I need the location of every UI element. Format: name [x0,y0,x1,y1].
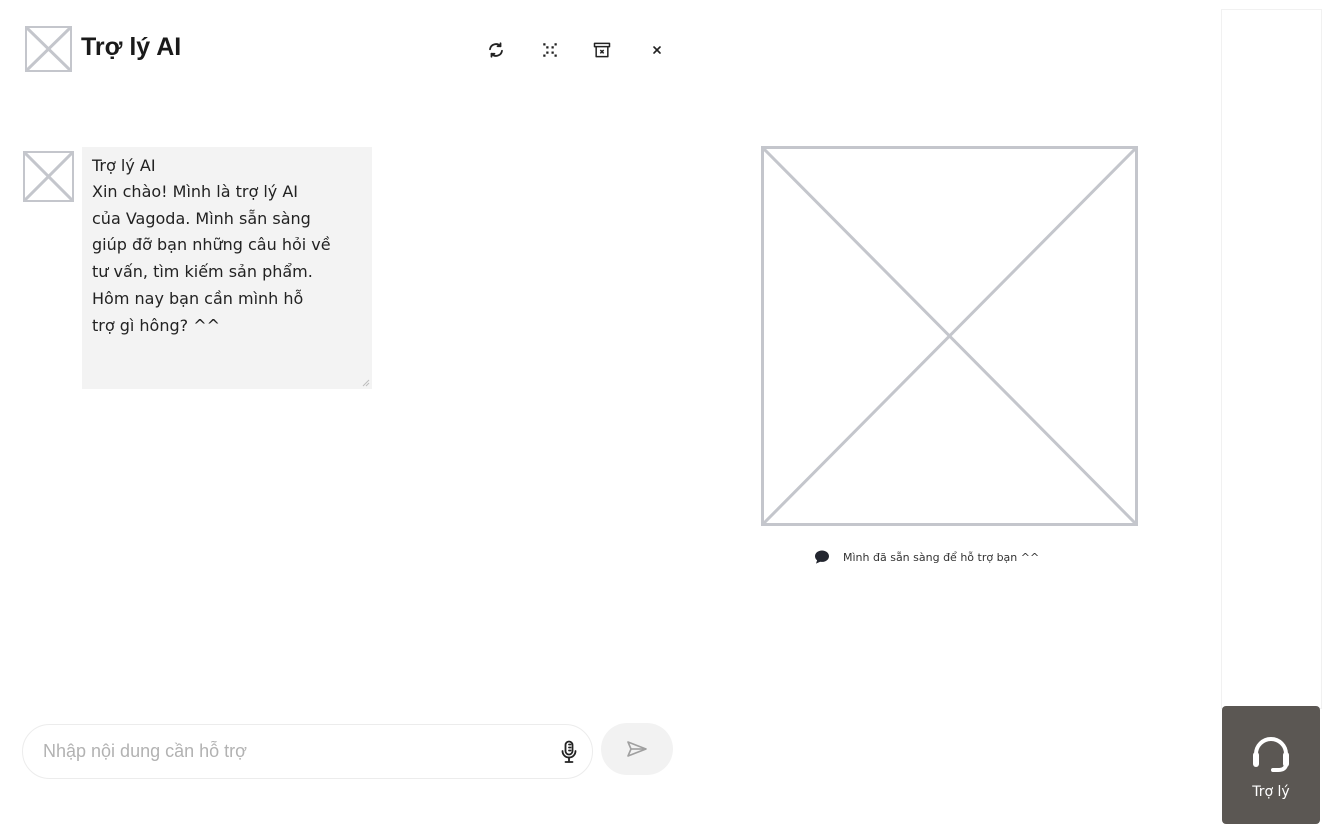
collapse-button[interactable] [538,38,562,62]
refresh-button[interactable] [484,38,508,62]
assistant-launcher-label: Trợ lý [1252,784,1290,800]
message-input[interactable] [43,741,543,762]
microphone-icon [561,740,577,763]
refresh-icon [489,42,503,58]
trash-box-icon [593,42,611,58]
page-title: Trợ lý AI [81,33,182,61]
message-sender: Trợ lý AI [92,156,156,175]
status-text: Mình đã sẵn sàng để hỗ trợ bạn ^^ [843,550,1040,564]
close-button[interactable] [645,38,669,62]
close-icon [653,46,661,54]
status-row: Mình đã sẵn sàng để hỗ trợ bạn ^^ [814,548,1039,566]
send-button[interactable] [601,723,673,775]
side-panel [1221,9,1322,709]
chat-bubble-icon [815,550,829,564]
resize-grip-icon[interactable] [362,379,370,387]
microphone-button[interactable] [559,738,579,766]
message-bubble: Trợ lý AI Xin chào! Mình là trợ lý AI củ… [82,147,372,389]
message-text: Xin chào! Mình là trợ lý AI của Vagoda. … [92,182,331,335]
headset-icon [1253,737,1289,772]
assistant-launcher-button[interactable]: Trợ lý [1222,706,1320,824]
app-logo-placeholder [25,26,72,72]
collapse-icon [543,43,557,57]
clear-chat-button[interactable] [590,38,614,62]
assistant-illustration-placeholder [761,146,1138,526]
bot-avatar [23,151,74,202]
send-icon [627,741,647,757]
message-input-container [22,724,593,779]
